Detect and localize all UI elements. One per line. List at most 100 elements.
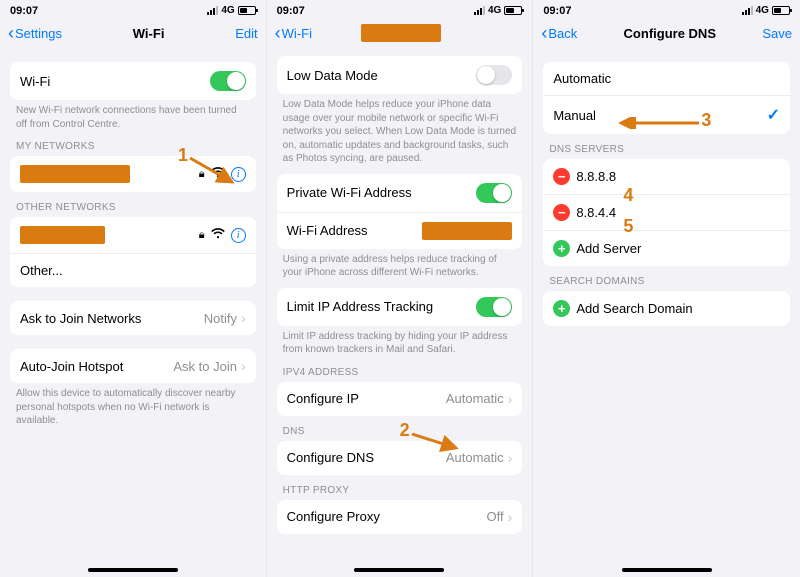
wifi-toggle[interactable] — [210, 71, 246, 91]
low-data-toggle[interactable] — [476, 65, 512, 85]
add-icon[interactable]: + — [553, 300, 570, 317]
content: Low Data Mode Low Data Mode helps reduce… — [267, 48, 533, 577]
wifi-address-row: Wi-Fi Address — [277, 212, 523, 249]
screen-configure-dns: 09:07 4G ‹ Back Configure DNS Save Autom… — [533, 0, 800, 577]
dns-mode-automatic[interactable]: Automatic — [543, 62, 790, 95]
network-name-redacted — [20, 226, 105, 244]
configure-ip-label: Configure IP — [287, 391, 359, 406]
lock-icon: 🔒︎ — [199, 229, 205, 242]
dns-server-row-1[interactable]: − 8.8.8.8 — [543, 159, 790, 194]
status-network: 4G — [488, 5, 501, 16]
other-network-more[interactable]: Other... — [10, 253, 256, 287]
ask-to-join-value: Notify — [204, 311, 237, 326]
low-data-note: Low Data Mode helps reduce your iPhone d… — [277, 94, 523, 166]
cell-signal-icon — [742, 6, 753, 15]
nav-bar: ‹ Settings Wi-Fi Edit — [0, 18, 266, 48]
chevron-left-icon: ‹ — [541, 24, 547, 42]
manual-label: Manual — [553, 108, 596, 123]
home-indicator[interactable] — [622, 568, 712, 572]
nav-title: Configure DNS — [624, 26, 716, 41]
other-network-row[interactable]: 🔒︎ i — [10, 217, 256, 253]
chevron-right-icon: › — [508, 509, 513, 525]
battery-icon — [238, 6, 256, 15]
other-networks-header: OTHER NETWORKS — [10, 192, 256, 217]
status-bar: 09:07 4G — [533, 0, 800, 18]
back-label: Settings — [15, 26, 62, 41]
proxy-header: HTTP PROXY — [277, 475, 523, 500]
add-server-label: Add Server — [576, 241, 641, 256]
status-bar: 09:07 4G — [267, 0, 533, 18]
private-address-toggle[interactable] — [476, 183, 512, 203]
chevron-right-icon: › — [241, 310, 246, 326]
dns-server-row-2[interactable]: − 8.8.4.4 — [543, 194, 790, 230]
save-button[interactable]: Save — [762, 26, 792, 41]
configure-ip-value: Automatic — [446, 391, 504, 406]
low-data-row[interactable]: Low Data Mode — [277, 56, 523, 94]
nav-title: Wi-Fi — [133, 26, 165, 41]
chevron-right-icon: › — [508, 391, 513, 407]
dns-mode-manual[interactable]: Manual ✓ — [543, 95, 790, 134]
status-time: 09:07 — [277, 5, 305, 17]
configure-proxy-row[interactable]: Configure Proxy Off › — [277, 500, 523, 534]
back-button[interactable]: ‹ Settings — [8, 24, 62, 42]
configure-dns-label: Configure DNS — [287, 450, 374, 465]
limit-tracking-label: Limit IP Address Tracking — [287, 299, 433, 314]
ask-to-join-row[interactable]: Ask to Join Networks Notify › — [10, 301, 256, 335]
add-server-row[interactable]: + Add Server — [543, 230, 790, 266]
configure-dns-row[interactable]: Configure DNS Automatic › — [277, 441, 523, 475]
nav-title-redacted — [361, 24, 441, 42]
remove-icon[interactable]: − — [553, 204, 570, 221]
my-networks-header: MY NETWORKS — [10, 131, 256, 156]
low-data-label: Low Data Mode — [287, 68, 378, 83]
add-search-domain-row[interactable]: + Add Search Domain — [543, 291, 790, 326]
home-indicator[interactable] — [354, 568, 444, 572]
status-time: 09:07 — [10, 5, 38, 17]
limit-tracking-toggle[interactable] — [476, 297, 512, 317]
back-button[interactable]: ‹ Wi-Fi — [275, 24, 312, 42]
wifi-cc-note: New Wi-Fi network connections have been … — [10, 100, 256, 131]
configure-proxy-value: Off — [487, 509, 504, 524]
my-network-row[interactable]: 🔒︎ i — [10, 156, 256, 192]
other-label: Other... — [20, 263, 63, 278]
battery-icon — [504, 6, 522, 15]
lock-icon: 🔒︎ — [199, 168, 205, 181]
wifi-address-redacted — [422, 222, 512, 240]
checkmark-icon: ✓ — [767, 105, 780, 125]
auto-join-hotspot-row[interactable]: Auto-Join Hotspot Ask to Join › — [10, 349, 256, 383]
edit-button[interactable]: Edit — [235, 26, 257, 41]
nav-bar: ‹ Wi-Fi — [267, 18, 533, 48]
chevron-right-icon: › — [241, 358, 246, 374]
status-right: 4G — [474, 5, 522, 16]
add-icon[interactable]: + — [553, 240, 570, 257]
nav-bar: ‹ Back Configure DNS Save — [533, 18, 800, 48]
status-time: 09:07 — [543, 5, 571, 17]
limit-tracking-row[interactable]: Limit IP Address Tracking — [277, 288, 523, 326]
home-indicator[interactable] — [88, 568, 178, 572]
screen-wifi-details: 09:07 4G ‹ Wi-Fi Low Data Mode — [267, 0, 534, 577]
remove-icon[interactable]: − — [553, 168, 570, 185]
chevron-right-icon: › — [508, 450, 513, 466]
dns-server-value: 8.8.4.4 — [576, 205, 616, 220]
cell-signal-icon — [474, 6, 485, 15]
back-label: Back — [548, 26, 577, 41]
wifi-icon — [211, 228, 225, 242]
info-icon[interactable]: i — [231, 228, 246, 243]
wifi-toggle-row[interactable]: Wi-Fi — [10, 62, 256, 100]
status-right: 4G — [742, 5, 790, 16]
private-address-label: Private Wi-Fi Address — [287, 185, 412, 200]
chevron-left-icon: ‹ — [8, 24, 14, 42]
content: Wi-Fi New Wi-Fi network connections have… — [0, 48, 266, 577]
auto-join-hotspot-label: Auto-Join Hotspot — [20, 359, 123, 374]
cell-signal-icon — [207, 6, 218, 15]
dns-header: DNS — [277, 416, 523, 441]
private-address-row[interactable]: Private Wi-Fi Address — [277, 174, 523, 212]
wifi-address-label: Wi-Fi Address — [287, 223, 368, 238]
add-search-domain-label: Add Search Domain — [576, 301, 692, 316]
limit-tracking-note: Limit IP address tracking by hiding your… — [277, 326, 523, 357]
info-icon[interactable]: i — [231, 167, 246, 182]
back-button[interactable]: ‹ Back — [541, 24, 577, 42]
configure-ip-row[interactable]: Configure IP Automatic › — [277, 382, 523, 416]
status-right: 4G — [207, 5, 255, 16]
ipv4-header: IPV4 ADDRESS — [277, 357, 523, 382]
status-network: 4G — [221, 5, 234, 16]
